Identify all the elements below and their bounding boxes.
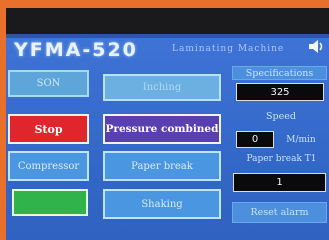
stop-button[interactable]: Stop	[8, 114, 89, 144]
machine-title: YFMA-520	[14, 39, 138, 61]
shaking-button[interactable]: Shaking	[103, 189, 221, 219]
son-button[interactable]: SON	[8, 70, 89, 97]
speed-value: 0	[236, 131, 274, 148]
pressure-combined-button[interactable]: Pressure combined	[103, 114, 221, 144]
inching-button[interactable]: Inching	[103, 74, 221, 101]
paper-break-t1-label: Paper break T1	[246, 154, 317, 164]
paper-break-t1-value[interactable]: 1	[233, 173, 326, 192]
speed-unit: M/min	[286, 135, 316, 145]
speaker-icon[interactable]	[308, 39, 325, 54]
reset-alarm-button[interactable]: Reset alarm	[232, 202, 327, 223]
specifications-value[interactable]: 325	[236, 83, 324, 101]
hmi-screen: YFMA-520 Laminating Machine SON Stop Com…	[6, 34, 329, 240]
machine-subtitle: Laminating Machine	[172, 44, 285, 54]
compressor-button[interactable]: Compressor	[8, 151, 89, 181]
top-strip	[6, 34, 329, 38]
specifications-label: Specifications	[232, 66, 327, 80]
status-green-button[interactable]	[12, 189, 88, 216]
speed-label: Speed	[266, 111, 296, 122]
paper-break-button[interactable]: Paper break	[103, 151, 221, 181]
